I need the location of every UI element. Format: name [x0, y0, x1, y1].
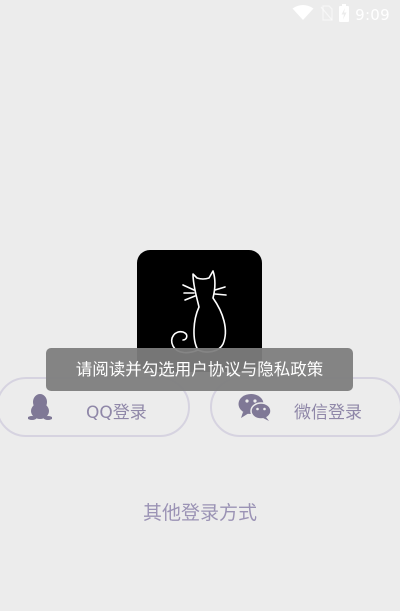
status-bar: 9:09	[0, 0, 400, 30]
toast-message: 请阅读并勾选用户协议与隐私政策	[46, 348, 353, 391]
other-login-methods-link[interactable]: 其他登录方式	[0, 498, 400, 525]
wechat-login-label: 微信登录	[294, 403, 362, 423]
qq-login-label: QQ登录	[86, 403, 147, 423]
battery-charging-icon	[339, 4, 350, 26]
status-icons: 9:09	[292, 4, 390, 26]
no-sim-icon	[320, 5, 333, 25]
wifi-icon	[292, 5, 314, 25]
status-time: 9:09	[355, 6, 390, 24]
qq-penguin-icon	[27, 393, 53, 425]
wechat-icon	[238, 393, 272, 425]
